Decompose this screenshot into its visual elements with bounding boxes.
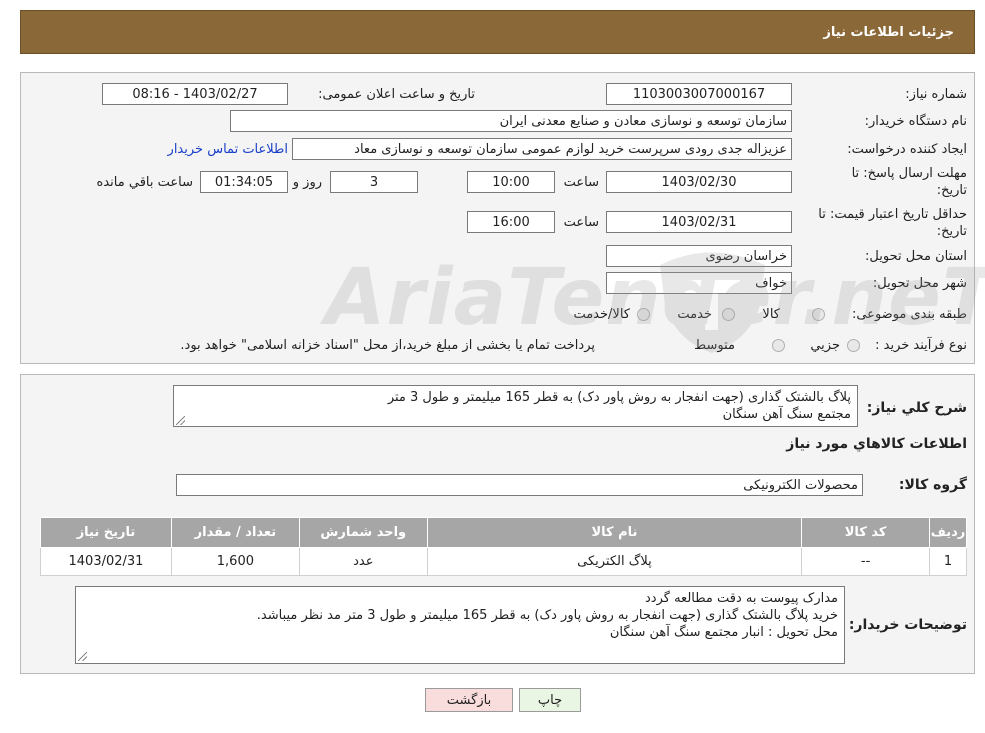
buyer-org-field[interactable]: سازمان توسعه و نوسازی معادن و صنایع معدن… [230,110,792,132]
deadline-label-line1: مهلت ارسال پاسخ: تا [851,166,967,181]
col-need-date: تاريخ نياز [40,517,172,548]
goods-group-label: گروه کالا: [898,477,967,493]
col-item-name: نام کالا [426,517,803,548]
announce-date-field[interactable]: 1403/02/27 - 08:16 [102,83,288,105]
buyer-notes-label: توضیحات خریدار: [848,617,967,633]
goods-group-field[interactable]: محصولات الکترونیکی [176,474,863,496]
requester-field[interactable]: عزیزاله جدی رودی سرپرست خرید لوازم عمومی… [292,138,792,160]
buyer-contact-link[interactable]: اطلاعات تماس خریدار [168,142,288,157]
cell-item-name: پلاگ الکتریکی [426,547,803,576]
cell-row-number: 1 [929,547,967,576]
buyer-org-label: نام دستگاه خریدار: [864,114,967,129]
page-header: جزئیات اطلاعات نیاز [20,10,975,54]
city-label: شهر محل تحویل: [872,276,967,291]
back-button[interactable]: بازگشت [425,688,513,712]
remaining-label: ساعت باقي مانده [96,175,193,190]
announce-date-label: تاریخ و ساعت اعلان عمومی: [318,87,475,102]
days-label: روز و [292,175,322,190]
col-item-code: کد کالا [801,517,931,548]
need-number-field[interactable]: 1103003007000167 [606,83,792,105]
col-unit: واحد شمارش [298,517,428,548]
validity-time-field[interactable]: 16:00 [467,211,555,233]
buyer-notes-resize-grip[interactable] [78,652,87,661]
description-label: شرح کلي نياز: [866,400,967,416]
province-label: استان محل تحویل: [865,249,967,264]
category-goods-label: کالا [762,307,780,322]
goods-table-header: رديف کد کالا نام کالا واحد شمارش تعداد /… [40,517,967,548]
deadline-time-label: ساعت [563,175,599,190]
print-button[interactable]: چاپ [519,688,581,712]
description-resize-grip[interactable] [176,416,185,425]
category-service-radio[interactable] [722,308,735,321]
cell-need-date: 1403/02/31 [40,547,172,576]
goods-table: رديف کد کالا نام کالا واحد شمارش تعداد /… [40,517,967,576]
validity-label-line1: حداقل تاریخ اعتبار قیمت: تا [818,207,967,222]
col-row-number: رديف [929,517,967,548]
cell-unit: عدد [298,547,428,576]
category-service-label: خدمت [677,307,712,322]
need-number-label: شماره نیاز: [905,87,967,102]
process-medium-label: متوسط [694,338,735,353]
process-medium-radio[interactable] [772,339,785,352]
goods-section-title: اطلاعات کالاهاي مورد نياز [786,436,967,452]
description-textarea[interactable]: پلاگ بالشتک گذاری (جهت انفجار به روش پاو… [173,385,858,427]
cell-item-code: -- [801,547,931,576]
validity-label-line2: تاریخ: [936,224,967,239]
deadline-label-line2: تاریخ: [936,183,967,198]
deadline-time-field[interactable]: 10:00 [467,171,555,193]
category-both-label: کالا/خدمت [573,307,630,322]
category-goods-radio[interactable] [812,308,825,321]
validity-time-label: ساعت [563,215,599,230]
remaining-time-field[interactable]: 01:34:05 [200,171,288,193]
remaining-days-field[interactable]: 3 [330,171,418,193]
province-field[interactable]: خراسان رضوی [606,245,792,267]
requester-label: ایجاد کننده درخواست: [847,142,967,157]
category-label: طبقه بندی موضوعی: [851,307,967,322]
category-both-radio[interactable] [637,308,650,321]
table-row[interactable]: 1 -- پلاگ الکتریکی عدد 1,600 1403/02/31 [40,547,967,576]
process-treasury-note: پرداخت تمام یا بخشی از مبلغ خرید،از محل … [180,338,595,353]
validity-date-field[interactable]: 1403/02/31 [606,211,792,233]
col-quantity: تعداد / مقدار [170,517,300,548]
process-type-label: نوع فرآیند خرید : [875,338,967,353]
process-minor-radio[interactable] [847,339,860,352]
deadline-date-field[interactable]: 1403/02/30 [606,171,792,193]
buyer-notes-textarea[interactable]: مدارک پیوست به دقت مطالعه گردد خرید پلاگ… [75,586,845,664]
city-field[interactable]: خواف [606,272,792,294]
cell-quantity: 1,600 [170,547,300,576]
process-minor-label: جزیي [810,338,840,353]
page-title: جزئیات اطلاعات نیاز [823,24,954,40]
